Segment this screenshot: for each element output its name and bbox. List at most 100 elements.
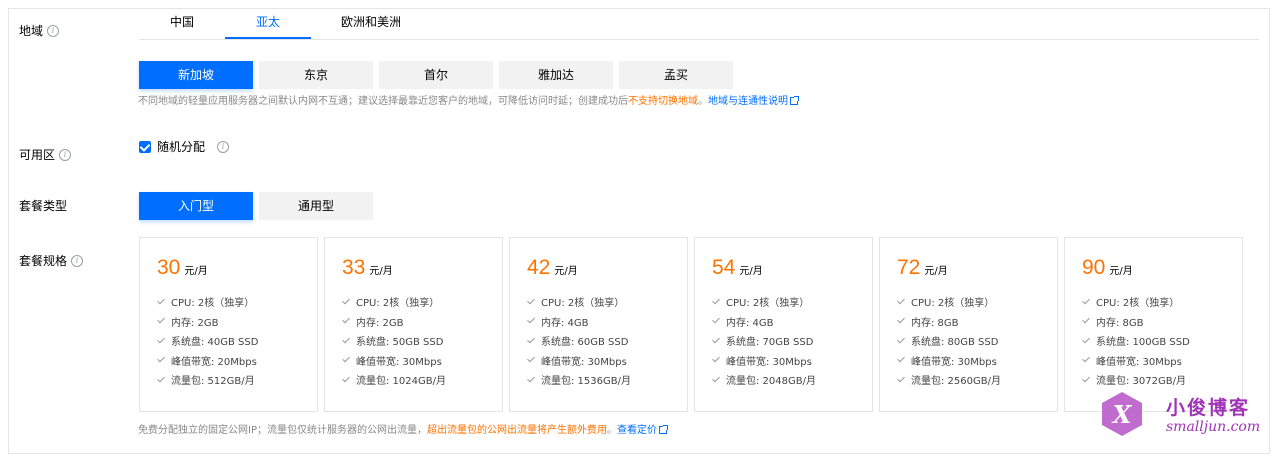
spec-item: 系统盘: 50GB SSD <box>342 331 502 351</box>
package-spec-hint: 免费分配独立的固定公网IP；流量包仅统计服务器的公网出流量，超出流量包的公网出流… <box>138 421 668 436</box>
tab-china[interactable]: 中国 <box>139 6 225 39</box>
spec-text: 流量包: 2048GB/月 <box>726 376 816 388</box>
spec-item: 内存: 2GB <box>157 312 317 332</box>
check-icon <box>342 337 350 345</box>
spec-item: 流量包: 512GB/月 <box>157 370 317 390</box>
random-allocation-row: 随机分配 i <box>139 138 230 155</box>
check-icon <box>897 356 905 364</box>
spec-item: 系统盘: 70GB SSD <box>712 331 872 351</box>
info-icon[interactable]: i <box>59 148 72 161</box>
spec-item: 流量包: 1536GB/月 <box>527 370 687 390</box>
spec-item: 系统盘: 60GB SSD <box>527 331 687 351</box>
city-mumbai-button[interactable]: 孟买 <box>619 61 733 89</box>
check-icon <box>1082 376 1090 384</box>
check-icon <box>897 376 905 384</box>
info-icon[interactable]: i <box>217 140 230 153</box>
check-icon <box>712 298 720 306</box>
spec-item: CPU: 2核（独享） <box>897 292 1057 312</box>
package-card[interactable]: 33 元/月 CPU: 2核（独享） 内存: 2GB 系统盘: 50GB SSD… <box>324 237 503 412</box>
check-icon <box>342 317 350 325</box>
zone-label: 可用区 <box>19 148 56 162</box>
check-icon <box>527 337 535 345</box>
check-icon <box>527 317 535 325</box>
random-allocation-checkbox[interactable] <box>139 140 151 153</box>
package-spec-hint-separator: 。 <box>606 425 617 436</box>
spec-item: CPU: 2核（独享） <box>712 292 872 312</box>
check-icon <box>712 317 720 325</box>
info-icon[interactable]: i <box>71 254 84 267</box>
view-pricing-link[interactable]: 查看定价 <box>617 425 657 436</box>
spec-item: 内存: 4GB <box>527 312 687 332</box>
check-icon <box>897 317 905 325</box>
package-price: 72 元/月 <box>897 256 1057 280</box>
package-type-options: 入门型 通用型 <box>139 192 373 220</box>
info-icon[interactable]: i <box>47 24 60 37</box>
price-value: 33 <box>342 256 366 279</box>
region-hint-text: 不同地域的轻量应用服务器之间默认内网不互通；建议选择最靠近您客户的地域，可降低访… <box>138 96 628 107</box>
spec-item: 系统盘: 40GB SSD <box>157 331 317 351</box>
package-card[interactable]: 72 元/月 CPU: 2核（独享） 内存: 8GB 系统盘: 80GB SSD… <box>879 237 1058 412</box>
spec-item: CPU: 2核（独享） <box>342 292 502 312</box>
price-value: 72 <box>897 256 921 279</box>
spec-item: 峰值带宽: 30Mbps <box>712 351 872 371</box>
tab-europe-americas[interactable]: 欧洲和美洲 <box>311 6 431 39</box>
package-type-entry-button[interactable]: 入门型 <box>139 192 253 220</box>
package-card[interactable]: 42 元/月 CPU: 2核（独享） 内存: 4GB 系统盘: 60GB SSD… <box>509 237 688 412</box>
package-type-general-button[interactable]: 通用型 <box>259 192 373 220</box>
spec-item: 流量包: 2048GB/月 <box>712 370 872 390</box>
price-unit: 元/月 <box>369 266 393 277</box>
spec-text: 流量包: 2560GB/月 <box>911 376 1001 388</box>
package-price: 30 元/月 <box>157 256 317 280</box>
spec-text: 内存: 4GB <box>726 317 774 329</box>
price-unit: 元/月 <box>739 266 763 277</box>
check-icon <box>157 376 165 384</box>
spec-text: 峰值带宽: 20Mbps <box>171 356 257 368</box>
city-seoul-button[interactable]: 首尔 <box>379 61 493 89</box>
package-price: 90 元/月 <box>1082 256 1242 280</box>
city-singapore-button[interactable]: 新加坡 <box>139 61 253 89</box>
random-allocation-label[interactable]: 随机分配 <box>157 138 205 155</box>
price-value: 90 <box>1082 256 1106 279</box>
external-link-icon <box>658 425 668 434</box>
spec-item: 系统盘: 100GB SSD <box>1082 331 1242 351</box>
city-options: 新加坡 东京 首尔 雅加达 孟买 <box>139 61 733 89</box>
region-connectivity-link[interactable]: 地域与连通性说明 <box>708 96 788 107</box>
spec-text: 流量包: 512GB/月 <box>171 376 255 388</box>
watermark-title: 小俊博客 <box>1166 397 1251 419</box>
zone-label-row: 可用区 i <box>19 146 72 163</box>
spec-text: 峰值带宽: 30Mbps <box>726 356 812 368</box>
spec-text: 内存: 4GB <box>541 317 589 329</box>
price-unit: 元/月 <box>184 266 208 277</box>
spec-text: 内存: 8GB <box>911 317 959 329</box>
check-icon <box>527 298 535 306</box>
check-icon <box>1082 337 1090 345</box>
package-card[interactable]: 30 元/月 CPU: 2核（独享） 内存: 2GB 系统盘: 40GB SSD… <box>139 237 318 412</box>
spec-item: 流量包: 2560GB/月 <box>897 370 1057 390</box>
region-hint-warning: 不支持切换地域 <box>628 96 698 107</box>
spec-text: CPU: 2核（独享） <box>356 298 440 310</box>
package-spec-label: 套餐规格 <box>19 254 68 268</box>
price-value: 42 <box>527 256 551 279</box>
price-value: 30 <box>157 256 181 279</box>
check-icon <box>712 376 720 384</box>
region-label: 地域 <box>19 24 44 38</box>
package-card[interactable]: 54 元/月 CPU: 2核（独享） 内存: 4GB 系统盘: 70GB SSD… <box>694 237 873 412</box>
spec-text: 峰值带宽: 30Mbps <box>541 356 627 368</box>
external-link-icon <box>790 96 799 105</box>
svg-text:X: X <box>1111 400 1133 429</box>
package-price: 54 元/月 <box>712 256 872 280</box>
spec-text: 内存: 2GB <box>356 317 404 329</box>
spec-text: 流量包: 1024GB/月 <box>356 376 446 388</box>
watermark-logo: X <box>1102 392 1142 436</box>
spec-text: 系统盘: 60GB SSD <box>541 337 629 349</box>
spec-text: 峰值带宽: 30Mbps <box>1096 356 1182 368</box>
spec-item: CPU: 2核（独享） <box>527 292 687 312</box>
check-icon <box>342 298 350 306</box>
check-icon <box>1082 317 1090 325</box>
check-icon <box>157 317 165 325</box>
spec-text: 峰值带宽: 30Mbps <box>911 356 997 368</box>
city-jakarta-button[interactable]: 雅加达 <box>499 61 613 89</box>
tab-asia-pacific[interactable]: 亚太 <box>225 6 311 39</box>
spec-text: 系统盘: 50GB SSD <box>356 337 444 349</box>
city-tokyo-button[interactable]: 东京 <box>259 61 373 89</box>
